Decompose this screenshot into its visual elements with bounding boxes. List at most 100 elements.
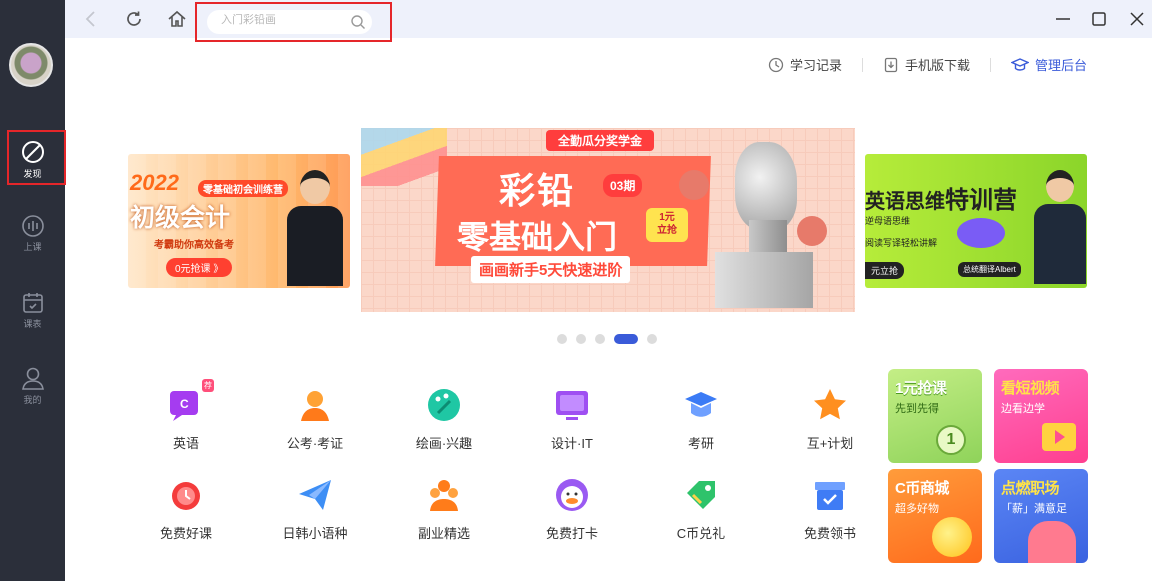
carousel-dot[interactable] [647, 334, 657, 344]
category-label: 日韩小语种 [282, 526, 348, 541]
promo-one-yuan[interactable]: 1元抢课 先到先得 1 [888, 369, 982, 463]
category-painting[interactable]: 绘画·兴趣 [399, 387, 489, 452]
category-design-it[interactable]: 设计·IT [527, 387, 617, 452]
plaster-statue-image [679, 142, 829, 308]
duck-icon [554, 477, 590, 513]
category-label: 公考·考证 [286, 436, 344, 451]
category-postgrad[interactable]: 考研 [656, 387, 746, 452]
calendar-icon [22, 293, 43, 313]
top-links: 学习记录 手机版下载 管理后台 [768, 55, 1087, 74]
sidebar-item-label: 上课 [23, 242, 42, 252]
english-chat-icon: C 荐 [168, 379, 214, 423]
category-coin-gifts[interactable]: C币兑礼 [656, 477, 746, 542]
app-window: 发现 上课 课表 我的 入门彩铅画 学习记录 手机版下载 管理后台 零基础初会训… [0, 0, 1152, 581]
category-civil-exam[interactable]: 公考·考证 [270, 387, 360, 452]
home-icon[interactable] [167, 9, 187, 29]
sidebar-item-class[interactable]: 上课 [0, 214, 65, 270]
maximize-icon[interactable] [1089, 9, 1109, 29]
promo-title: C币商城 [895, 480, 949, 497]
category-plus-plan[interactable]: 互+计划 [785, 387, 875, 452]
price-text: 1元 [659, 212, 675, 223]
carousel-dot[interactable] [576, 334, 586, 344]
category-english[interactable]: C 荐 英语 [141, 379, 231, 452]
title-bar [65, 0, 1152, 42]
video-play-icon [1042, 423, 1076, 451]
cartoon-worker-illustration [1028, 521, 1076, 563]
category-label: 互+计划 [806, 436, 854, 451]
search-bar [207, 10, 372, 34]
carousel-dot[interactable] [595, 334, 605, 344]
promo-title: 看短视频 [1001, 380, 1060, 397]
alarm-clock-icon [168, 477, 204, 513]
graduation-cap-icon [683, 387, 719, 423]
banner-title-main: 彩铅 [499, 170, 576, 211]
star-icon [812, 387, 848, 423]
teacher-photo [1033, 160, 1087, 288]
promo-coin-mall[interactable]: C币商城 超多好物 [888, 469, 982, 563]
sidebar-item-schedule[interactable]: 课表 [0, 291, 65, 347]
mobile-download-link[interactable]: 手机版下载 [883, 55, 970, 74]
mobile-download-label: 手机版下载 [904, 58, 970, 73]
category-minor-languages[interactable]: 日韩小语种 [270, 477, 360, 542]
arrow-mascot-icon [957, 218, 1005, 248]
compass-icon [21, 141, 44, 163]
close-icon[interactable] [1127, 9, 1147, 29]
category-label: C币兑礼 [676, 526, 726, 541]
refresh-icon[interactable] [124, 9, 144, 29]
promo-subtitle: 边看边学 [1001, 403, 1045, 415]
promo-career[interactable]: 点燃职场 「薪」满意足 [994, 469, 1088, 563]
gold-coin-icon [932, 517, 972, 557]
promo-title: 点燃职场 [1001, 480, 1060, 497]
palette-icon [426, 387, 462, 423]
search-input[interactable] [221, 14, 341, 26]
banner-issue-badge: 03期 [603, 174, 643, 197]
search-icon[interactable] [350, 14, 366, 30]
category-free-checkin[interactable]: 免费打卡 [527, 477, 617, 542]
category-label: 考研 [687, 436, 714, 451]
avatar[interactable] [9, 43, 53, 87]
banner-cta-button[interactable]: 元立抢 [865, 262, 905, 279]
category-side-business[interactable]: 副业精选 [399, 477, 489, 542]
category-label: 英语 [172, 436, 199, 451]
banner-line: 阅读写译轻松讲解 [865, 238, 938, 248]
banner-slide-colored-pencil[interactable]: 全勤瓜分奖学金 彩铅 03期 零基础入门 1元 立抢 画画新手5天快速进阶 [361, 128, 855, 312]
paper-plane-icon [297, 477, 333, 513]
coin-one-icon: 1 [936, 425, 966, 455]
admin-console-link[interactable]: 管理后台 [1010, 55, 1087, 74]
sidebar-item-mine[interactable]: 我的 [0, 365, 65, 421]
banner-slide-english[interactable]: 英语思维特训营 逆母语思维 阅读写译轻松讲解 元立抢 总统翻译Albert [865, 154, 1087, 288]
carousel-indicator [557, 334, 657, 344]
banner-cta-button[interactable]: 0元抢课 》 [166, 258, 233, 277]
minimize-icon[interactable] [1053, 9, 1073, 29]
promo-subtitle: 「薪」满意足 [1001, 503, 1067, 515]
banner-subtitle: 考霸助你高效备考 [154, 240, 234, 251]
graduation-cap-icon [1010, 57, 1029, 71]
price-action: 立抢 [657, 225, 677, 236]
sidebar-item-discover[interactable]: 发现 [0, 139, 65, 195]
category-label: 绘画·兴趣 [415, 436, 473, 451]
category-label: 免费打卡 [545, 526, 598, 541]
category-free-books[interactable]: 免费领书 [785, 477, 875, 542]
category-label: 副业精选 [417, 526, 470, 541]
back-arrow-icon[interactable] [81, 9, 101, 29]
book-box-icon [812, 477, 848, 513]
banner-slide-accounting[interactable]: 零基础初会训练营 2022 初级会计 考霸助你高效备考 0元抢课 》 [128, 154, 350, 288]
svg-text:C: C [180, 397, 189, 411]
sidebar-item-label: 我的 [23, 395, 42, 405]
pencil-decoration [361, 128, 447, 186]
banner-teacher-tag: 总统翻译Albert [958, 262, 1021, 277]
monitor-icon [554, 387, 590, 423]
carousel-dot[interactable] [557, 334, 567, 344]
category-label: 设计·IT [551, 436, 593, 451]
banner-line: 逆母语思维 [865, 216, 911, 226]
learning-history-link[interactable]: 学习记录 [768, 55, 842, 74]
price-badge: 1元 立抢 [646, 208, 688, 242]
banner-top-tag: 全勤瓜分奖学金 [546, 130, 655, 151]
sidebar-item-label: 发现 [23, 169, 42, 179]
live-class-icon [21, 215, 44, 237]
carousel-dot-active[interactable] [614, 334, 638, 344]
user-icon [21, 367, 44, 390]
category-free-courses[interactable]: 免费好课 [141, 477, 231, 542]
banner-tag: 零基础初会训练营 [198, 180, 288, 197]
promo-short-videos[interactable]: 看短视频 边看边学 [994, 369, 1088, 463]
